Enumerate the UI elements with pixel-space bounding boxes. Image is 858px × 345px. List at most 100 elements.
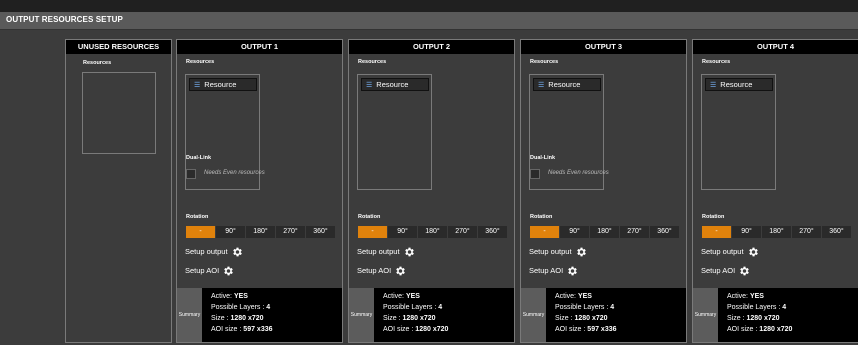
setup-aoi-label: Setup AOI [185, 266, 220, 275]
setup-aoi-gear-icon[interactable] [222, 265, 234, 277]
rotation-option-360[interactable]: 360° [822, 226, 851, 238]
main-area: UNUSED RESOURCES Resources OUTPUT 1 Reso… [0, 30, 858, 345]
resources-label: Resources [186, 59, 215, 65]
layers-value: 4 [782, 304, 787, 311]
resource-chip-label: Resource [548, 80, 581, 89]
rotation-option-90[interactable]: 90° [732, 226, 761, 238]
setup-output-label: Setup output [185, 247, 228, 256]
output-title: OUTPUT 1 [177, 40, 342, 54]
unused-resources-panel: UNUSED RESOURCES Resources [65, 39, 172, 343]
dual-link-checkbox[interactable] [186, 169, 196, 179]
layers-value: 4 [266, 304, 271, 311]
setup-output-row: Setup output [529, 246, 587, 258]
top-strip [0, 0, 858, 12]
resource-chip[interactable]: ☰ Resource [189, 78, 257, 91]
rotation-option-270[interactable]: 270° [276, 226, 305, 238]
setup-output-label: Setup output [357, 247, 400, 256]
rotation-option-180[interactable]: 180° [590, 226, 619, 238]
rotation-label: Rotation [702, 214, 725, 220]
rotation-option-270[interactable]: 270° [792, 226, 821, 238]
rotation-selector: - 90° 180° 270° 360° [358, 226, 508, 238]
rotation-option-180[interactable]: 180° [418, 226, 447, 238]
summary-tab: Summary [693, 288, 718, 342]
summary-tab: Summary [349, 288, 374, 342]
resource-chip-label: Resource [204, 80, 237, 89]
setup-aoi-gear-icon[interactable] [566, 265, 578, 277]
output-title: OUTPUT 4 [693, 40, 858, 54]
summary-tab: Summary [177, 288, 202, 342]
resource-chip[interactable]: ☰ Resource [705, 78, 773, 91]
layers-icon: ☰ [710, 82, 717, 89]
rotation-option-360[interactable]: 360° [306, 226, 335, 238]
output-title: OUTPUT 3 [521, 40, 686, 54]
unused-resources-title: UNUSED RESOURCES [66, 40, 171, 54]
active-value: YES [233, 293, 248, 300]
setup-output-label: Setup output [529, 247, 572, 256]
summary-box: Summary Active: YES Possible Layers : 4 … [349, 288, 514, 342]
rotation-option-none[interactable]: - [358, 226, 387, 238]
output-resources-dropzone[interactable]: ☰ Resource [701, 74, 776, 190]
unused-resources-dropzone[interactable] [82, 72, 156, 154]
resource-chip-label: Resource [720, 80, 753, 89]
rotation-option-360[interactable]: 360° [478, 226, 507, 238]
setup-output-row: Setup output [701, 246, 759, 258]
rotation-label: Rotation [186, 214, 209, 220]
rotation-option-90[interactable]: 90° [388, 226, 417, 238]
setup-output-gear-icon[interactable] [747, 246, 759, 258]
needs-even-note: Needs Even resources [204, 170, 265, 176]
size-value: 1280 x720 [574, 315, 608, 322]
dual-link-label: Dual-Link [186, 155, 212, 161]
setup-aoi-row: Setup AOI [185, 265, 234, 277]
summary-text: Active: YES Possible Layers : 4 Size : 1… [211, 293, 273, 333]
unused-resources-label: Resources [83, 60, 112, 66]
resource-chip[interactable]: ☰ Resource [533, 78, 601, 91]
setup-aoi-gear-icon[interactable] [738, 265, 750, 277]
setup-output-gear-icon[interactable] [575, 246, 587, 258]
rotation-label: Rotation [530, 214, 553, 220]
rotation-selector: - 90° 180° 270° 360° [186, 226, 336, 238]
rotation-option-180[interactable]: 180° [246, 226, 275, 238]
size-value: 1280 x720 [230, 315, 264, 322]
rotation-label: Rotation [358, 214, 381, 220]
rotation-option-180[interactable]: 180° [762, 226, 791, 238]
output-panel-4: OUTPUT 4 Resources ☰ Resource Rotation - … [692, 39, 858, 343]
window-title: OUTPUT RESOURCES SETUP [6, 15, 123, 24]
output-panel-2: OUTPUT 2 Resources ☰ Resource Rotation - … [348, 39, 515, 343]
active-value: YES [749, 293, 764, 300]
setup-aoi-row: Setup AOI [701, 265, 750, 277]
resource-chip[interactable]: ☰ Resource [361, 78, 429, 91]
output-panel-1: OUTPUT 1 Resources ☰ Resource Dual-Link N… [176, 39, 343, 343]
summary-text: Active: YES Possible Layers : 4 Size : 1… [727, 293, 793, 333]
rotation-option-90[interactable]: 90° [216, 226, 245, 238]
rotation-option-270[interactable]: 270° [448, 226, 477, 238]
output-panel-3: OUTPUT 3 Resources ☰ Resource Dual-Link N… [520, 39, 687, 343]
setup-output-gear-icon[interactable] [403, 246, 415, 258]
setup-output-gear-icon[interactable] [231, 246, 243, 258]
rotation-option-none[interactable]: - [186, 226, 215, 238]
active-value: YES [405, 293, 420, 300]
size-value: 1280 x720 [402, 315, 436, 322]
rotation-option-270[interactable]: 270° [620, 226, 649, 238]
summary-text: Active: YES Possible Layers : 4 Size : 1… [383, 293, 449, 333]
rotation-option-360[interactable]: 360° [650, 226, 679, 238]
dual-link-checkbox[interactable] [530, 169, 540, 179]
setup-output-row: Setup output [185, 246, 243, 258]
summary-box: Summary Active: YES Possible Layers : 4 … [521, 288, 686, 342]
setup-aoi-row: Setup AOI [357, 265, 406, 277]
size-value: 1280 x720 [746, 315, 780, 322]
setup-aoi-row: Setup AOI [529, 265, 578, 277]
resources-label: Resources [358, 59, 387, 65]
needs-even-note: Needs Even resources [548, 170, 609, 176]
setup-output-label: Setup output [701, 247, 744, 256]
rotation-option-90[interactable]: 90° [560, 226, 589, 238]
setup-aoi-label: Setup AOI [357, 266, 392, 275]
title-bar: OUTPUT RESOURCES SETUP [0, 12, 858, 30]
layers-value: 4 [438, 304, 443, 311]
resources-label: Resources [530, 59, 559, 65]
output-resources-dropzone[interactable]: ☰ Resource [357, 74, 432, 190]
summary-text: Active: YES Possible Layers : 4 Size : 1… [555, 293, 617, 333]
layers-icon: ☰ [538, 82, 545, 89]
setup-aoi-gear-icon[interactable] [394, 265, 406, 277]
rotation-option-none[interactable]: - [530, 226, 559, 238]
rotation-option-none[interactable]: - [702, 226, 731, 238]
